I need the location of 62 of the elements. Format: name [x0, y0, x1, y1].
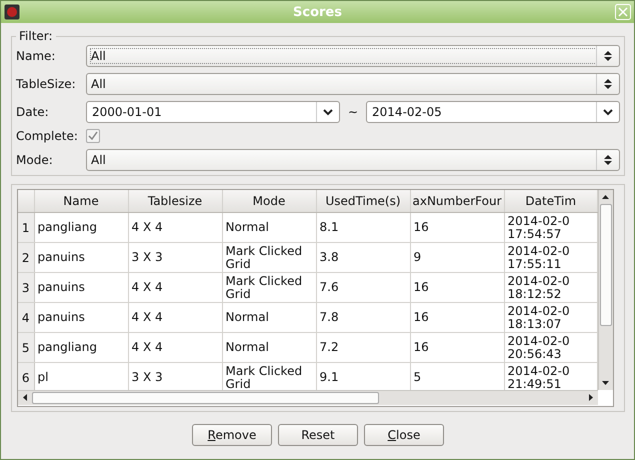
- date-field[interactable]: 2014-02-05: [366, 101, 620, 123]
- column-header[interactable]: UsedTime(s): [316, 190, 410, 212]
- column-header[interactable]: Name: [34, 190, 128, 212]
- table-cell: pangliang: [34, 212, 128, 242]
- dialog-button[interactable]: Close: [364, 424, 444, 446]
- chevron-down-icon: [322, 108, 333, 116]
- column-header[interactable]: DateTim: [504, 190, 598, 212]
- table-cell: 7.8: [316, 302, 410, 332]
- field-label: Name:: [16, 49, 56, 63]
- field-label: Date:: [16, 105, 50, 119]
- chevron-down-icon: [603, 108, 613, 116]
- checkbox[interactable]: [86, 129, 100, 143]
- table-cell: 16: [410, 302, 504, 332]
- window-title: Scores: [292, 4, 343, 20]
- table-cell: 16: [410, 332, 504, 362]
- dropdown[interactable]: All: [86, 149, 620, 171]
- dropdown[interactable]: All: [86, 73, 620, 95]
- column-header[interactable]: Tablesize: [128, 190, 222, 212]
- column-header[interactable]: Mode: [222, 190, 316, 212]
- dropdown[interactable]: All: [86, 45, 620, 67]
- up-down-arrows-icon: [604, 154, 612, 166]
- up-down-arrows-icon: [604, 50, 612, 62]
- row-number: 6: [18, 362, 34, 390]
- row-number: 2: [18, 242, 34, 272]
- dialog-button[interactable]: Remove: [192, 424, 272, 446]
- table-cell: 7.2: [316, 332, 410, 362]
- row-number: 3: [18, 272, 34, 302]
- group-title: Filter:: [18, 29, 54, 43]
- range-separator: ~: [348, 105, 358, 119]
- row-number: 1: [18, 212, 34, 242]
- table-cell: 9: [410, 242, 504, 272]
- table-cell: 4 X 4: [128, 332, 222, 362]
- table-cell: 16: [410, 272, 504, 302]
- table-cell: 4 X 4: [128, 212, 222, 242]
- field-label: TableSize:: [16, 77, 77, 91]
- table-cell: 8.1: [316, 212, 410, 242]
- table-cell: 4 X 4: [128, 272, 222, 302]
- field-label: Complete:: [16, 129, 79, 143]
- table-cell: Mark Clicked Grid: [222, 272, 316, 302]
- horizontal-scrollbar[interactable]: [18, 390, 598, 405]
- vertical-scrollbar[interactable]: [598, 190, 613, 390]
- table-cell: Normal: [222, 302, 316, 332]
- table-cell: panuins: [34, 272, 128, 302]
- table-cell: panuins: [34, 302, 128, 332]
- row-number: 4: [18, 302, 34, 332]
- table-cell: Normal: [222, 212, 316, 242]
- column-header[interactable]: axNumberFour: [410, 190, 504, 212]
- row-number: 5: [18, 332, 34, 362]
- dialog-button[interactable]: Reset: [278, 424, 358, 446]
- table-cell: 3.8: [316, 242, 410, 272]
- table-cell: pangliang: [34, 332, 128, 362]
- table-cell: Mark Clicked Grid: [222, 242, 316, 272]
- app-icon: [4, 4, 20, 20]
- table-cell: Normal: [222, 332, 316, 362]
- table-cell: 7.6: [316, 272, 410, 302]
- field-label: Mode:: [16, 153, 54, 167]
- date-field[interactable]: 2000-01-01: [86, 101, 340, 123]
- table-cell: panuins: [34, 242, 128, 272]
- table-cell: 4 X 4: [128, 302, 222, 332]
- table-cell: 16: [410, 212, 504, 242]
- table-cell: 3 X 3: [128, 242, 222, 272]
- up-down-arrows-icon: [604, 78, 612, 90]
